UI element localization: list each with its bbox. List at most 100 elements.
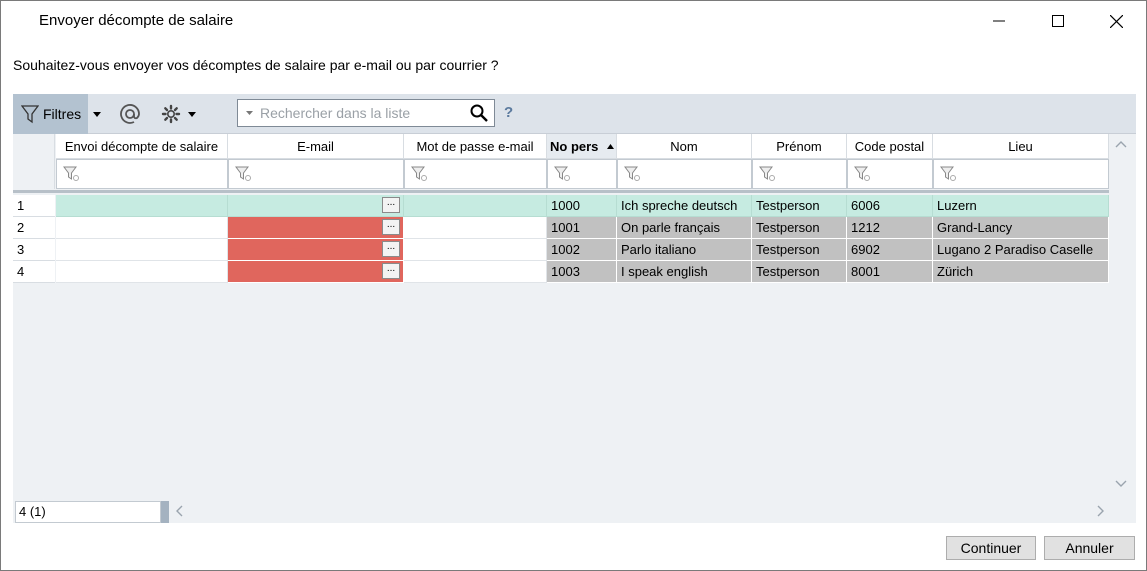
cell-nom: Ich spreche deutsch: [617, 195, 752, 217]
filter-icon: [759, 166, 775, 181]
cell-no-pers: 1000: [547, 195, 617, 217]
grid-toolbar: Filtres Rechercher dans la liste ?: [13, 94, 1136, 134]
cell-lieu: Lugano 2 Paradiso Caselle: [933, 239, 1109, 261]
continue-button[interactable]: Continuer: [946, 536, 1036, 560]
filter-icon: [63, 166, 79, 181]
cell-lieu: Grand-Lancy: [933, 217, 1109, 239]
filter-cell-password[interactable]: [404, 159, 547, 189]
filters-label: Filtres: [43, 106, 82, 122]
at-sign-icon: [120, 104, 140, 124]
filter-icon: [235, 166, 251, 181]
scroll-down-icon[interactable]: [1115, 480, 1127, 488]
settings-dropdown[interactable]: [185, 94, 199, 134]
cell-password[interactable]: [404, 261, 547, 283]
column-header-lieu[interactable]: Lieu: [933, 134, 1109, 159]
settings-button[interactable]: [157, 94, 185, 134]
cell-prenom: Testperson: [752, 217, 847, 239]
cell-email[interactable]: ...: [228, 217, 404, 239]
cell-envoi[interactable]: [56, 217, 228, 239]
column-header-envoi[interactable]: Envoi décompte de salaire: [56, 134, 228, 159]
cell-envoi[interactable]: [56, 195, 228, 217]
filter-cell-prenom[interactable]: [752, 159, 847, 189]
column-header-no-pers[interactable]: No pers: [547, 134, 617, 159]
row-count-splitter[interactable]: [161, 501, 169, 523]
cell-envoi[interactable]: [56, 261, 228, 283]
gear-icon: [161, 104, 181, 124]
column-header-nom[interactable]: Nom: [617, 134, 752, 159]
cell-code-postal: 6902: [847, 239, 933, 261]
email-ellipsis-button[interactable]: ...: [382, 197, 400, 213]
cell-no-pers: 1001: [547, 217, 617, 239]
search-input[interactable]: [260, 101, 464, 125]
minimize-icon: [993, 20, 1005, 22]
cancel-button[interactable]: Annuler: [1044, 536, 1135, 560]
cell-nom: On parle français: [617, 217, 752, 239]
search-icon: [470, 104, 488, 122]
column-header-no-pers-label: No pers: [550, 138, 599, 154]
filters-button[interactable]: Filtres: [13, 94, 88, 134]
row-count: 4 (1): [15, 501, 161, 523]
caret-down-icon: [188, 111, 196, 117]
search-button[interactable]: [464, 104, 494, 122]
filter-icon: [854, 166, 870, 181]
close-button[interactable]: [1093, 1, 1139, 41]
help-button[interactable]: ?: [504, 104, 513, 121]
minimize-button[interactable]: [976, 1, 1022, 41]
vertical-scrollbar[interactable]: [1109, 134, 1136, 501]
sort-ascending-icon: [607, 143, 614, 149]
column-header-prenom[interactable]: Prénom: [752, 134, 847, 159]
cell-nom: I speak english: [617, 261, 752, 283]
cell-prenom: Testperson: [752, 261, 847, 283]
email-action-button[interactable]: [116, 94, 144, 134]
scroll-left-icon[interactable]: [175, 505, 183, 517]
row-number: 2: [13, 217, 55, 239]
filter-icon: [411, 166, 427, 181]
window-title: Envoyer décompte de salaire: [39, 12, 234, 29]
email-ellipsis-button[interactable]: ...: [382, 241, 400, 257]
filter-cell-code-postal[interactable]: [847, 159, 933, 189]
filter-cell-lieu[interactable]: [933, 159, 1109, 189]
email-ellipsis-button[interactable]: ...: [382, 263, 400, 279]
cell-prenom: Testperson: [752, 239, 847, 261]
search-history-dropdown[interactable]: [238, 111, 260, 115]
email-ellipsis-button[interactable]: ...: [382, 219, 400, 235]
column-header-code-postal[interactable]: Code postal: [847, 134, 933, 159]
cell-prenom: Testperson: [752, 195, 847, 217]
filters-dropdown[interactable]: [90, 94, 104, 134]
cell-code-postal: 1212: [847, 217, 933, 239]
cell-lieu: Zürich: [933, 261, 1109, 283]
funnel-icon: [21, 105, 39, 124]
maximize-icon: [1052, 15, 1064, 27]
filter-cell-email[interactable]: [228, 159, 404, 189]
filter-cell-envoi[interactable]: [56, 159, 228, 189]
dialog-window: Envoyer décompte de salaire Souhaitez-vo…: [0, 0, 1147, 571]
filter-icon: [624, 166, 640, 181]
data-grid: Envoi décompte de salaire E-mail Mot de …: [13, 134, 1136, 523]
row-number: 1: [13, 195, 55, 217]
search-box: [237, 99, 495, 127]
filter-cell-no-pers[interactable]: [547, 159, 617, 189]
question-text: Souhaitez-vous envoyer vos décomptes de …: [13, 57, 499, 73]
filter-icon: [940, 166, 956, 181]
cell-password[interactable]: [404, 195, 547, 217]
caret-down-icon: [93, 111, 101, 117]
column-header-password[interactable]: Mot de passe e-mail: [404, 134, 547, 159]
cell-password[interactable]: [404, 239, 547, 261]
row-number: 3: [13, 239, 55, 261]
cell-email[interactable]: ...: [228, 261, 404, 283]
cell-envoi[interactable]: [56, 239, 228, 261]
cell-email[interactable]: ...: [228, 239, 404, 261]
cell-no-pers: 1002: [547, 239, 617, 261]
cell-password[interactable]: [404, 217, 547, 239]
grid-corner: [13, 134, 55, 189]
scroll-up-icon[interactable]: [1115, 140, 1127, 148]
filter-icon: [554, 166, 570, 181]
scroll-right-icon[interactable]: [1097, 505, 1105, 517]
cell-code-postal: 6006: [847, 195, 933, 217]
cell-email[interactable]: ...: [228, 195, 404, 217]
maximize-button[interactable]: [1035, 1, 1081, 41]
filter-cell-nom[interactable]: [617, 159, 752, 189]
row-number: 4: [13, 261, 55, 283]
grid-status-bar: 4 (1): [13, 501, 1136, 523]
column-header-email[interactable]: E-mail: [228, 134, 404, 159]
